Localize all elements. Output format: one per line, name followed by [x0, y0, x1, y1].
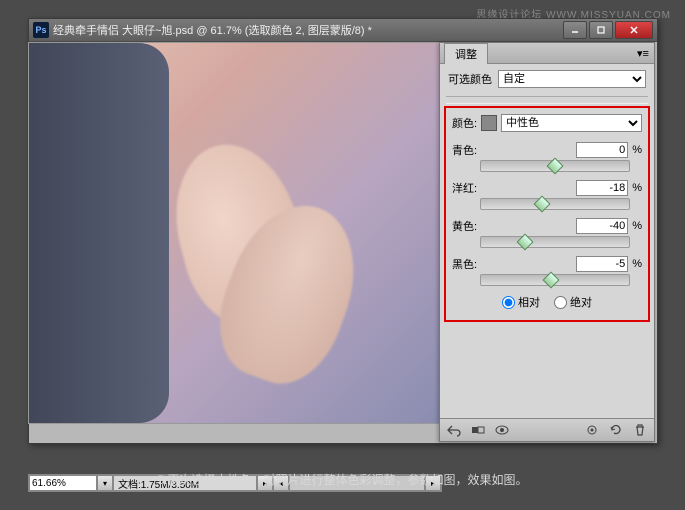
- adjustments-panel: 调整 ▾≡ 可选颜色 自定 颜色: 中性色 青色:%洋红:%黄色:%黑色:% 相…: [439, 42, 655, 442]
- toggle-icon[interactable]: [470, 422, 486, 438]
- radio-absolute-input[interactable]: [554, 296, 567, 309]
- slider-value-input[interactable]: [576, 180, 628, 196]
- slider-track[interactable]: [480, 198, 630, 210]
- window-title: 经典牵手情侣 大眼仔~旭.psd @ 61.7% (选取颜色 2, 图层蒙版/8…: [53, 22, 561, 38]
- tab-adjustments[interactable]: 调整: [444, 43, 488, 64]
- radio-relative[interactable]: 相对: [502, 294, 540, 310]
- trash-icon[interactable]: [632, 422, 648, 438]
- percent-label: %: [632, 220, 642, 232]
- panel-tabbar: 调整 ▾≡: [440, 43, 654, 64]
- preset-row: 可选颜色 自定: [440, 64, 654, 94]
- slider-thumb[interactable]: [547, 158, 564, 175]
- photoshop-icon: Ps: [33, 22, 49, 38]
- back-icon[interactable]: [446, 422, 462, 438]
- minimize-button[interactable]: [563, 21, 587, 39]
- slider-row: 黑色:%: [452, 256, 642, 286]
- slider-row: 黄色:%: [452, 218, 642, 248]
- slider-value-input[interactable]: [576, 256, 628, 272]
- reset-icon[interactable]: [608, 422, 624, 438]
- slider-thumb[interactable]: [533, 196, 550, 213]
- slider-track[interactable]: [480, 274, 630, 286]
- slider-track[interactable]: [480, 236, 630, 248]
- percent-label: %: [632, 258, 642, 270]
- slider-value-input[interactable]: [576, 142, 628, 158]
- slider-row: 青色:%: [452, 142, 642, 172]
- slider-thumb[interactable]: [542, 272, 559, 289]
- highlighted-settings: 颜色: 中性色 青色:%洋红:%黄色:%黑色:% 相对 绝对: [444, 106, 650, 322]
- titlebar: Ps 经典牵手情侣 大眼仔~旭.psd @ 61.7% (选取颜色 2, 图层蒙…: [29, 19, 657, 42]
- slider-row: 洋红:%: [452, 180, 642, 210]
- percent-label: %: [632, 182, 642, 194]
- radio-relative-input[interactable]: [502, 296, 515, 309]
- slider-value-input[interactable]: [576, 218, 628, 234]
- slider-thumb[interactable]: [517, 234, 534, 251]
- panel-footer: [440, 418, 654, 441]
- caption-text: 5.再次选择中性色，对照片进行整体色彩调整，参数如图，效果如图。: [0, 471, 685, 488]
- slider-label: 黄色:: [452, 218, 480, 234]
- slider-track[interactable]: [480, 160, 630, 172]
- percent-label: %: [632, 144, 642, 156]
- color-select[interactable]: 中性色: [501, 114, 642, 132]
- color-swatch: [481, 115, 497, 131]
- preset-select[interactable]: 自定: [498, 70, 646, 88]
- canvas[interactable]: [28, 42, 442, 424]
- radio-absolute[interactable]: 绝对: [554, 294, 592, 310]
- slider-label: 青色:: [452, 142, 480, 158]
- visibility-icon[interactable]: [494, 422, 510, 438]
- maximize-button[interactable]: [589, 21, 613, 39]
- method-radios: 相对 绝对: [452, 294, 642, 310]
- close-button[interactable]: [615, 21, 653, 39]
- preset-label: 可选颜色: [448, 71, 492, 87]
- color-label: 颜色:: [452, 115, 477, 131]
- slider-label: 洋红:: [452, 180, 480, 196]
- image-content: [28, 43, 169, 423]
- clip-icon[interactable]: [584, 422, 600, 438]
- color-row: 颜色: 中性色: [452, 114, 642, 132]
- separator: [446, 96, 648, 104]
- slider-label: 黑色:: [452, 256, 480, 272]
- panel-menu-icon[interactable]: ▾≡: [636, 46, 650, 60]
